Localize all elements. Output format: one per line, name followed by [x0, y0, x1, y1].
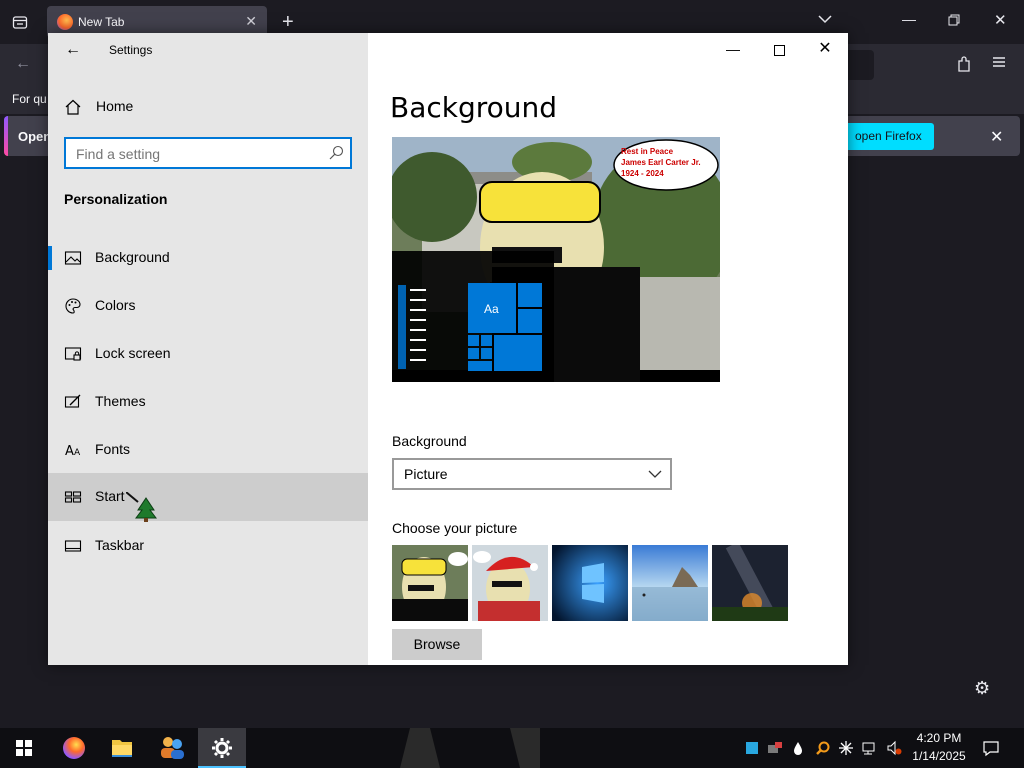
file-explorer-icon[interactable] [98, 728, 146, 768]
firefox-taskbar-icon[interactable] [50, 728, 98, 768]
browse-button[interactable]: Browse [392, 629, 482, 660]
extensions-icon[interactable] [956, 55, 972, 77]
picture-thumbnail-2[interactable] [472, 545, 548, 621]
picture-thumbnail-5[interactable] [712, 545, 788, 621]
start-tiles-preview: Aa [468, 283, 542, 371]
volume-muted-icon[interactable] [886, 740, 902, 756]
sidebar-item-label: Taskbar [95, 537, 145, 553]
bookmark-toolbar-text[interactable]: For qu [12, 92, 47, 106]
sidebar-item-label: Colors [95, 297, 136, 313]
section-title: Personalization [64, 191, 168, 207]
gear-icon[interactable]: ⚙ [974, 678, 990, 699]
background-type-label: Background [392, 433, 467, 449]
page-title: Background [390, 91, 558, 124]
home-label: Home [96, 98, 134, 114]
sidebar-item-background[interactable]: Background [48, 234, 368, 282]
clock-date[interactable]: 1/14/2025 [908, 749, 970, 763]
start-button[interactable] [0, 728, 48, 768]
dropdown-value: Picture [404, 466, 448, 482]
picture-thumbnail-4[interactable] [632, 545, 708, 621]
people-app-icon[interactable] [148, 728, 196, 768]
home-icon [64, 98, 82, 116]
minimize-icon[interactable]: — [902, 12, 916, 26]
clock-time[interactable]: 4:20 PM [908, 731, 970, 745]
bubble-text-line1: Rest in Peace [621, 147, 674, 156]
settings-sidebar: ← Settings Home Find a setting Personali… [48, 33, 368, 665]
chevron-down-icon [648, 467, 662, 481]
sidebar-item-label: Themes [95, 393, 146, 409]
picture-icon [64, 249, 82, 267]
bubble-text-line2: James Earl Carter Jr. [621, 158, 701, 167]
sidebar-item-label: Background [95, 249, 170, 265]
background-preview: Rest in Peace James Earl Carter Jr. 1924… [392, 137, 720, 382]
start-icon [64, 488, 82, 506]
picture-thumbnail-1[interactable] [392, 545, 468, 621]
sidebar-item-label: Fonts [95, 441, 131, 457]
sidebar-item-taskbar[interactable]: Taskbar [48, 522, 368, 570]
sidebar-item-fonts[interactable]: AA Fonts [48, 426, 368, 474]
search-input[interactable]: Find a setting [64, 137, 352, 169]
firefox-icon [57, 14, 73, 30]
sidebar-item-themes[interactable]: Themes [48, 378, 368, 426]
tab-overflow-chevron-icon[interactable] [818, 12, 832, 28]
close-icon[interactable]: ✕ [802, 33, 848, 65]
tile-text: Aa [484, 302, 499, 316]
close-notification-icon[interactable]: ✕ [990, 127, 1003, 147]
tab-title: New Tab [78, 15, 125, 29]
background-shape [400, 728, 540, 768]
search-icon [328, 145, 344, 161]
sidebar-item-colors[interactable]: Colors [48, 282, 368, 330]
sidebar-item-lock-screen[interactable]: Lock screen [48, 330, 368, 378]
droplet-icon[interactable] [790, 740, 806, 756]
sidebar-item-label: Start [95, 488, 125, 504]
start-menu-list-preview [398, 285, 428, 371]
network-icon[interactable] [862, 740, 878, 756]
minimize-icon[interactable]: — [710, 33, 756, 65]
bubble-text-line3: 1924 - 2024 [621, 169, 664, 178]
fonts-icon: AA [64, 441, 82, 459]
window-title: Settings [109, 43, 153, 57]
notification-accent [4, 116, 8, 156]
notification-text: Open [18, 129, 52, 144]
list-all-tabs-icon[interactable] [12, 14, 28, 34]
background-type-dropdown[interactable]: Picture [392, 458, 672, 490]
svg-text:A: A [74, 448, 81, 458]
back-arrow-icon[interactable]: ← [15, 56, 31, 72]
themes-icon [64, 393, 82, 411]
sidebar-item-start[interactable]: Start [48, 473, 368, 521]
tray-app-icon[interactable] [744, 740, 760, 756]
close-window-icon[interactable]: ✕ [994, 13, 1007, 28]
back-arrow-icon[interactable]: ← [62, 39, 84, 61]
settings-window: ← Settings Home Find a setting Personali… [48, 33, 848, 665]
network-status-icon[interactable] [767, 740, 783, 756]
open-firefox-button[interactable]: open Firefox [844, 123, 934, 150]
restore-icon[interactable] [948, 14, 960, 30]
lock-screen-icon [64, 345, 82, 363]
search-placeholder: Find a setting [76, 146, 161, 162]
snowflake-icon[interactable] [838, 740, 854, 756]
hamburger-menu-icon[interactable] [992, 55, 1006, 73]
home-nav-item[interactable]: Home [48, 89, 368, 123]
choose-picture-label: Choose your picture [392, 520, 518, 536]
close-tab-icon[interactable]: ✕ [245, 13, 257, 30]
taskbar-icon [64, 537, 82, 555]
notification-center-icon[interactable] [982, 739, 999, 757]
palette-icon [64, 297, 82, 315]
selection-indicator [48, 246, 52, 270]
new-tab-plus-icon[interactable]: + [282, 12, 294, 32]
sidebar-item-label: Lock screen [95, 345, 171, 361]
tree-cursor-icon [125, 491, 160, 526]
picture-thumbnail-3[interactable] [552, 545, 628, 621]
maximize-icon[interactable] [756, 33, 802, 65]
svg-text:A: A [65, 444, 74, 459]
search-tray-icon[interactable] [815, 740, 831, 756]
settings-taskbar-icon[interactable] [198, 728, 246, 768]
